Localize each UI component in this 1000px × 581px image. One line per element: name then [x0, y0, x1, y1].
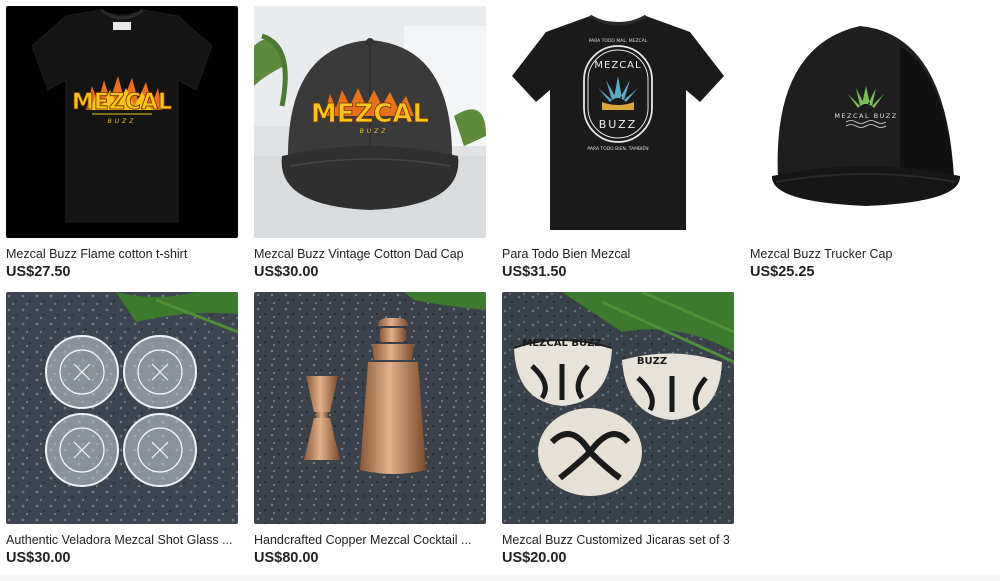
listing-price: US$27.50 [6, 264, 71, 280]
black-trucker-cap-image: MEZCAL BUZZ [750, 6, 982, 238]
black-flame-tshirt-image: MEZCAL BUZZ [6, 6, 238, 238]
listing-image[interactable]: MEZCAL BUZZ BUZZ [502, 292, 734, 524]
jicara-text-2: BUZZ [637, 356, 667, 367]
washed-black-dad-cap-image: MEZCAL BUZZ [254, 6, 486, 238]
listing-card[interactable]: Handcrafted Copper Mezcal Cocktail ... U… [254, 292, 486, 567]
listing-image[interactable] [254, 292, 486, 524]
listing-title[interactable]: Mezcal Buzz Vintage Cotton Dad Cap [254, 246, 486, 262]
badge-word-1: MEZCAL [594, 60, 641, 71]
listing-grid: MEZCAL BUZZ Mezcal Buzz Flame cotton t-s… [6, 6, 982, 567]
agave-badge-tshirt-image: PARA TODO MAL, MEZCAL MEZCAL BUZZ PARA T… [502, 6, 734, 238]
listing-image[interactable] [6, 292, 238, 524]
listing-title[interactable]: Mezcal Buzz Trucker Cap [750, 246, 982, 262]
listing-price: US$25.25 [750, 264, 815, 280]
page-bottom-edge [0, 575, 1000, 581]
listing-card[interactable]: Authentic Veladora Mezcal Shot Glass ...… [6, 292, 238, 567]
listing-image[interactable]: MEZCAL BUZZ [750, 6, 982, 238]
listing-card[interactable]: PARA TODO MAL, MEZCAL MEZCAL BUZZ PARA T… [502, 6, 734, 281]
veladora-shot-glasses-image [6, 292, 238, 524]
listing-title[interactable]: Authentic Veladora Mezcal Shot Glass ... [6, 532, 238, 548]
copper-cocktail-shaker-image [254, 292, 486, 524]
listing-image[interactable]: PARA TODO MAL, MEZCAL MEZCAL BUZZ PARA T… [502, 6, 734, 238]
listing-price: US$80.00 [254, 550, 319, 566]
flame-logo-text: MEZCAL [311, 99, 429, 129]
listing-card[interactable]: MEZCAL BUZZ BUZZ Mezcal Buzz Customized … [502, 292, 734, 567]
trucker-logo-text: MEZCAL BUZZ [834, 112, 897, 120]
listing-card[interactable]: MEZCAL BUZZ Mezcal Buzz Flame cotton t-s… [6, 6, 238, 281]
painted-jicaras-image: MEZCAL BUZZ BUZZ [502, 292, 734, 524]
flame-logo-subtext: BUZZ [360, 128, 389, 135]
flame-logo-subtext: BUZZ [108, 118, 137, 125]
listing-price: US$31.50 [502, 264, 567, 280]
listing-card[interactable]: MEZCAL BUZZ Mezcal Buzz Vintage Cotton D… [254, 6, 486, 281]
listing-image[interactable]: MEZCAL BUZZ [254, 6, 486, 238]
listing-image[interactable]: MEZCAL BUZZ [6, 6, 238, 238]
listing-title[interactable]: Para Todo Bien Mezcal [502, 246, 734, 262]
listing-price: US$20.00 [502, 550, 567, 566]
listing-price: US$30.00 [6, 550, 71, 566]
listing-price: US$30.00 [254, 264, 319, 280]
listing-title[interactable]: Mezcal Buzz Flame cotton t-shirt [6, 246, 238, 262]
badge-word-2: BUZZ [599, 118, 637, 131]
listing-card[interactable]: MEZCAL BUZZ Mezcal Buzz Trucker Cap US$2… [750, 6, 982, 281]
listing-title[interactable]: Handcrafted Copper Mezcal Cocktail ... [254, 532, 486, 548]
badge-top-text: PARA TODO MAL, MEZCAL [589, 38, 648, 44]
flame-logo-text: MEZCAL [72, 90, 172, 115]
listing-title[interactable]: Mezcal Buzz Customized Jicaras set of 3 [502, 532, 734, 548]
empty-grid-slot [750, 292, 982, 567]
jicara-text-1: MEZCAL BUZZ [522, 338, 601, 349]
